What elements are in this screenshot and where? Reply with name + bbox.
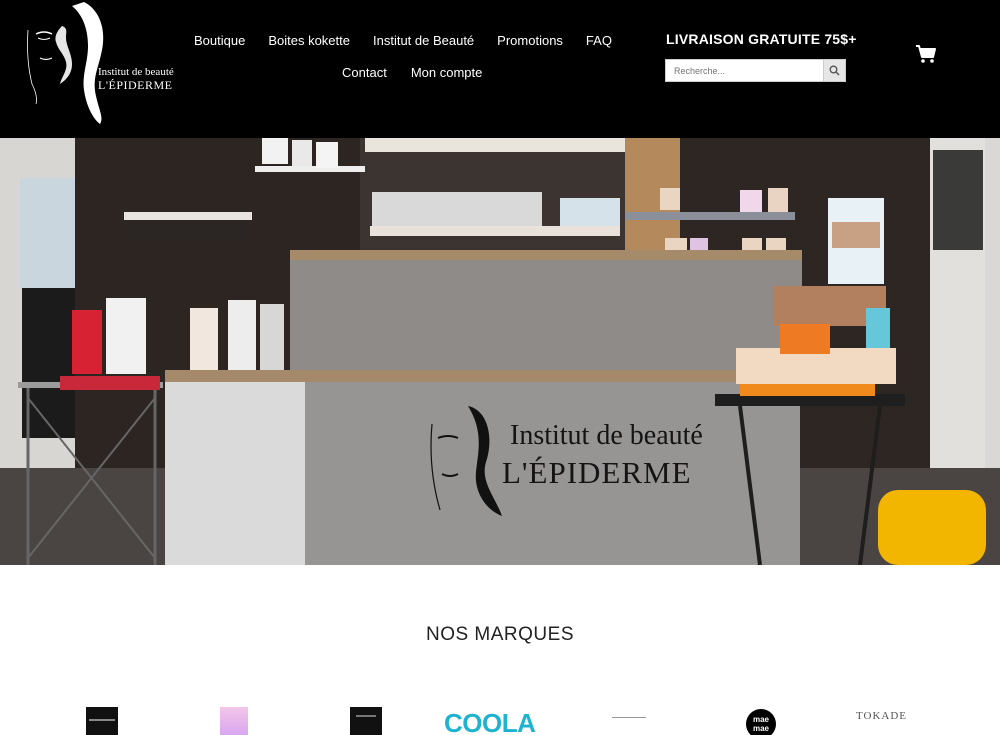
main-nav: Boutique Boites kokette Institut de Beau… [194, 33, 635, 48]
nav-mon-compte[interactable]: Mon compte [411, 65, 483, 80]
brands-heading: NOS MARQUES [425, 624, 575, 645]
brand-logo-coola[interactable]: COOLA [444, 710, 536, 735]
nav-contact[interactable]: Contact [342, 65, 387, 80]
counter-sign-line2: L'ÉPIDERME [502, 455, 692, 490]
brand-logo-1[interactable] [86, 707, 118, 735]
brand-logo-3[interactable] [350, 707, 382, 735]
woman-silhouette-logo-icon [27, 2, 104, 124]
nav-institut-beaute[interactable]: Institut de Beauté [373, 33, 474, 48]
logo-line1: Institut de beauté [98, 66, 174, 78]
boutique-interior-photo: Institut de beauté L'ÉPIDERME [0, 138, 1000, 565]
logo-line2: L'ÉPIDERME [98, 78, 173, 92]
logo[interactable]: Institut de beauté L'ÉPIDERME [22, 0, 182, 130]
nav-boites-kokette[interactable]: Boites kokette [268, 33, 350, 48]
brand-logo-2[interactable] [220, 707, 248, 735]
cart-icon [916, 45, 936, 63]
search-input[interactable] [666, 60, 824, 81]
nav-faq[interactable]: FAQ [586, 33, 612, 48]
search-button[interactable] [823, 60, 845, 81]
counter-sign-line1: Institut de beauté [510, 420, 703, 451]
secondary-nav: Contact Mon compte [342, 65, 506, 80]
free-shipping-banner: LIVRAISON GRATUITE 75$+ [666, 31, 857, 47]
site-header: Institut de beauté L'ÉPIDERME Boutique B… [0, 0, 1000, 138]
brand-logo-maemae[interactable]: mae mae [746, 709, 776, 735]
brand-logo-5[interactable] [612, 717, 646, 718]
nav-promotions[interactable]: Promotions [497, 33, 563, 48]
search-form [665, 59, 846, 82]
hero-image: Institut de beauté L'ÉPIDERME [0, 138, 1000, 565]
search-icon [829, 65, 840, 76]
brand-logo-tokade[interactable]: TOKADE [856, 710, 907, 722]
cart-button[interactable] [915, 44, 937, 64]
nav-boutique[interactable]: Boutique [194, 33, 245, 48]
